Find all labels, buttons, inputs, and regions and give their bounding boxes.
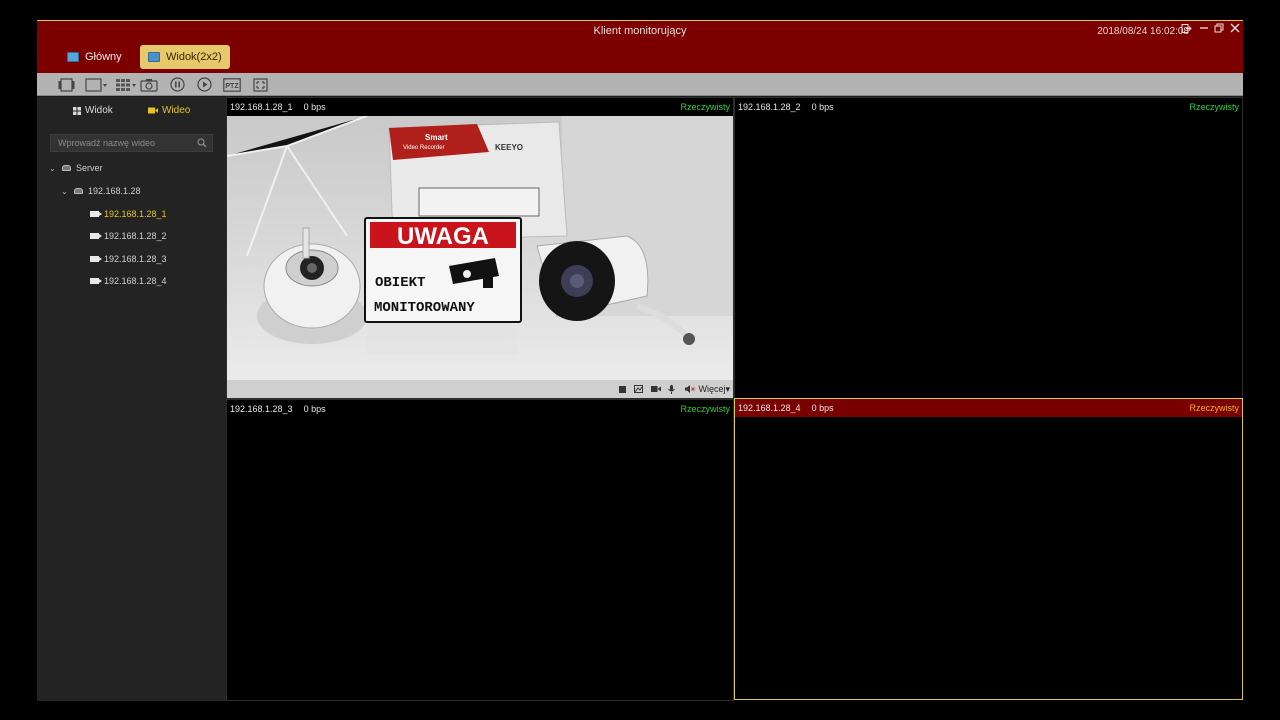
- pane-header: 192.168.1.28_4 0 bps Rzeczywisty: [735, 399, 1242, 417]
- box-logo: KEEYO: [495, 143, 523, 152]
- window-title: Klient monitorujący: [593, 25, 687, 37]
- pane-camera-name: 192.168.1.28_4: [738, 403, 801, 413]
- layout-single-icon[interactable]: [85, 77, 109, 92]
- video-pane-1[interactable]: 192.168.1.28_1 0 bps Rzeczywisty Smart V…: [226, 97, 734, 399]
- tree-item-camera-2[interactable]: 192.168.1.28_2: [90, 229, 167, 243]
- minimize-icon[interactable]: [1197, 23, 1211, 37]
- server-icon: [62, 165, 71, 171]
- tab-view-label: Widok(2x2): [166, 51, 222, 63]
- tree-item-label: 192.168.1.28_1: [104, 209, 167, 219]
- sequence-icon[interactable]: [57, 77, 75, 92]
- play-icon[interactable]: [196, 77, 212, 92]
- logout-icon[interactable]: [1179, 23, 1193, 37]
- tree-item-label: 192.168.1.28: [88, 186, 141, 196]
- video-pane-2[interactable]: 192.168.1.28_2 0 bps Rzeczywisty: [734, 97, 1243, 399]
- sidebar-tab-video-label: Wideo: [162, 105, 191, 116]
- speaker-muted-icon[interactable]: [685, 385, 696, 393]
- title-bar: Klient monitorujący 2018/08/24 16:02:08 …: [37, 21, 1243, 73]
- video-camera-icon: [148, 107, 158, 114]
- camera-icon: [90, 256, 102, 262]
- grid-icon: [73, 106, 81, 115]
- app-window: Klient monitorujący 2018/08/24 16:02:08 …: [37, 20, 1243, 701]
- pane-camera-name: 192.168.1.28_2: [738, 102, 801, 112]
- record-icon[interactable]: [651, 385, 662, 393]
- box-brand-line1: Smart: [425, 133, 448, 142]
- tree-item-label: 192.168.1.28_3: [104, 254, 167, 264]
- pane-camera-name: 192.168.1.28_3: [230, 404, 293, 414]
- tree-item-label: 192.168.1.28_2: [104, 231, 167, 241]
- snapshot-icon[interactable]: [634, 385, 644, 393]
- chevron-down-icon[interactable]: ⌄: [61, 187, 69, 196]
- view-layout-icon: [148, 52, 160, 62]
- camera-icon: [90, 211, 102, 217]
- fullscreen-icon[interactable]: [252, 77, 268, 92]
- monitor-icon: [67, 52, 79, 62]
- pane-header: 192.168.1.28_2 0 bps Rzeczywisty: [735, 98, 1242, 116]
- tree-item-camera-1[interactable]: 192.168.1.28_1: [90, 207, 167, 221]
- pane-header: 192.168.1.28_3 0 bps Rzeczywisty: [227, 400, 733, 418]
- ptz-icon[interactable]: PTZ: [223, 77, 241, 92]
- tab-main[interactable]: Główny: [59, 45, 130, 69]
- box-brand-line2: Video Recorder: [403, 145, 445, 151]
- pane-bitrate: 0 bps: [303, 404, 326, 414]
- chevron-down-icon[interactable]: ⌄: [49, 164, 57, 173]
- sidebar-tab-video[interactable]: Wideo: [148, 105, 190, 116]
- pane-camera-name: 192.168.1.28_1: [230, 102, 293, 112]
- tree-item-device[interactable]: ⌄ 192.168.1.28: [61, 184, 141, 198]
- toolbar: PTZ: [37, 73, 1243, 96]
- sidebar-tab-view-label: Widok: [85, 105, 113, 116]
- camera-icon: [90, 278, 102, 284]
- video-frame: Smart Video Recorder KEEYO UWAGA OBIEKT …: [227, 116, 733, 380]
- sign-title: UWAGA: [397, 223, 489, 250]
- restore-icon[interactable]: [1212, 23, 1226, 37]
- pause-icon[interactable]: [169, 77, 185, 92]
- pane-mode: Rzeczywisty: [1189, 102, 1239, 112]
- tree-item-camera-4[interactable]: 192.168.1.28_4: [90, 274, 167, 288]
- pane-mode: Rzeczywisty: [1189, 403, 1239, 413]
- pane-bitrate: 0 bps: [811, 403, 834, 413]
- close-icon[interactable]: [1228, 23, 1242, 37]
- microphone-icon[interactable]: [668, 385, 677, 394]
- pane-mode: Rzeczywisty: [680, 102, 730, 112]
- stop-icon[interactable]: [619, 385, 627, 393]
- sidebar-tab-view[interactable]: Widok: [73, 105, 113, 116]
- layout-grid-icon[interactable]: [115, 77, 137, 92]
- tree-item-label: Server: [76, 163, 103, 173]
- video-pane-3[interactable]: 192.168.1.28_3 0 bps Rzeczywisty: [226, 399, 734, 701]
- video-pane-4[interactable]: 192.168.1.28_4 0 bps Rzeczywisty: [734, 398, 1243, 700]
- tree-item-camera-3[interactable]: 192.168.1.28_3: [90, 252, 167, 266]
- more-label: Więcej: [698, 383, 726, 394]
- tree-item-label: 192.168.1.28_4: [104, 276, 167, 286]
- more-dropdown[interactable]: Więcej▾: [698, 384, 730, 395]
- pane-header: 192.168.1.28_1 0 bps Rzeczywisty: [227, 98, 733, 116]
- tab-view-2x2[interactable]: Widok(2x2): [140, 45, 230, 69]
- pane-bitrate: 0 bps: [303, 102, 326, 112]
- sidebar: Widok Wideo ⌄ Server ⌄ 192.168.1.28 192.…: [37, 97, 226, 701]
- tree-item-server[interactable]: ⌄ Server: [49, 161, 103, 175]
- camera-icon: [90, 233, 102, 239]
- ptz-label: PTZ: [225, 83, 239, 90]
- pane-mode: Rzeczywisty: [680, 404, 730, 414]
- search-icon[interactable]: [197, 138, 207, 148]
- pane-bitrate: 0 bps: [811, 102, 834, 112]
- sign-line1: OBIEKT: [375, 275, 425, 291]
- pane-controls: Więcej▾: [227, 380, 733, 398]
- search-input[interactable]: [50, 134, 213, 152]
- tab-main-label: Główny: [85, 51, 122, 63]
- snapshot-icon[interactable]: [140, 77, 158, 92]
- sign-line2: MONITOROWANY: [374, 300, 475, 316]
- clock: 2018/08/24 16:02:08: [1097, 26, 1189, 37]
- device-icon: [74, 188, 83, 194]
